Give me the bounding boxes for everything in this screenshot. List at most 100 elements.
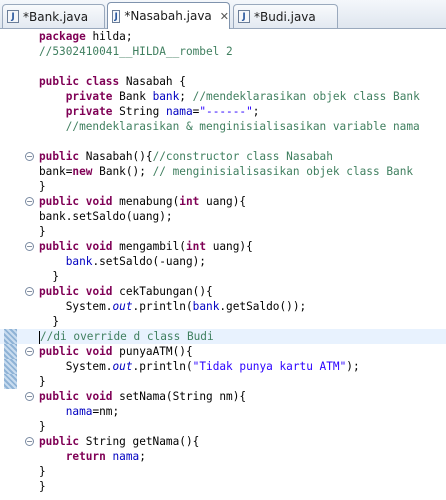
tab-label: *Nasabah.java xyxy=(124,9,212,23)
code-comment: //5302410041__HILDA__rombel 2 xyxy=(39,45,233,58)
static-field: out xyxy=(112,300,133,313)
code-text: bank.setSaldo(uang); xyxy=(39,210,173,223)
code-text: mengambil( xyxy=(119,240,186,253)
code-line: − public void setNama(String nm){ xyxy=(0,389,446,404)
keyword: void xyxy=(85,195,113,208)
tab-nasabah-java[interactable]: J *Nasabah.java ✕ xyxy=(107,2,230,29)
fold-icon[interactable]: − xyxy=(25,152,34,161)
current-code-line: //di override d class Budi xyxy=(0,329,446,344)
field-name: nama xyxy=(65,405,93,418)
keyword: void xyxy=(85,240,113,253)
keyword: void xyxy=(85,285,113,298)
code-line: System.out.println("Tidak punya kartu AT… xyxy=(0,359,446,374)
keyword: void xyxy=(85,345,113,358)
code-editor[interactable]: package hilda; //5302410041__HILDA__romb… xyxy=(0,29,446,500)
fold-icon[interactable]: − xyxy=(25,347,34,356)
keyword: private xyxy=(65,105,113,118)
code-text: } xyxy=(39,180,46,193)
fold-icon[interactable]: − xyxy=(25,242,34,251)
code-line: − public void menabung(int uang){ xyxy=(0,194,446,209)
code-text: String getNama(){ xyxy=(85,435,200,448)
code-text: Nasabah(){ xyxy=(85,150,153,163)
field-name: nama xyxy=(165,105,193,118)
code-text: } xyxy=(39,480,46,493)
code-line: nama=nm; xyxy=(0,404,446,419)
code-text: } xyxy=(52,270,60,283)
tab-budi-java[interactable]: J *Budi.java xyxy=(233,4,338,28)
code-line: } xyxy=(0,224,446,239)
code-line: //mendeklarasikan & menginisialisasikan … xyxy=(0,119,446,134)
code-line: bank.setSaldo(uang); xyxy=(0,209,446,224)
code-text: .getSaldo()); xyxy=(219,300,307,313)
fold-icon[interactable]: − xyxy=(25,437,34,446)
keyword: int xyxy=(185,240,207,253)
code-comment: //constructor class Nasabah xyxy=(152,150,333,163)
keyword: public xyxy=(39,240,80,253)
static-field: out xyxy=(112,360,133,373)
code-line: − public String getNama(){ xyxy=(0,434,446,449)
code-line: bank.setSaldo(-uang); xyxy=(0,254,446,269)
java-file-icon: J xyxy=(7,10,19,23)
code-text: uang){ xyxy=(206,240,253,253)
code-comment: //mendeklarasikan objek class Bank xyxy=(192,90,420,103)
fold-icon[interactable]: − xyxy=(25,197,34,206)
code-text: =nm; xyxy=(92,405,120,418)
code-line: return nama; xyxy=(0,449,446,464)
string-literal: "------" xyxy=(199,105,253,118)
code-comment: //mendeklarasikan & menginisialisasikan … xyxy=(65,120,420,133)
code-text: bank= xyxy=(39,165,73,178)
keyword: public xyxy=(39,285,80,298)
code-line: bank=new Bank(); // menginisialisasikan … xyxy=(0,164,446,179)
code-line: System.out.println(bank.getSaldo()); xyxy=(0,299,446,314)
code-text: } xyxy=(39,465,46,478)
tab-bank-java[interactable]: J *Bank.java xyxy=(2,4,105,28)
keyword: private xyxy=(65,90,113,103)
code-line: //5302410041__HILDA__rombel 2 xyxy=(0,44,446,59)
code-line: } xyxy=(0,464,446,479)
keyword: public xyxy=(39,390,80,403)
code-comment: //di override d class Budi xyxy=(40,330,214,343)
tab-label: *Budi.java xyxy=(254,9,316,24)
field-name: bank xyxy=(65,255,93,268)
code-text: ; xyxy=(139,450,146,463)
field-name: nama xyxy=(112,450,140,463)
code-text: Nasabah { xyxy=(125,75,186,88)
keyword: class xyxy=(85,75,120,88)
code-comment: // menginisialisasikan objek class Bank xyxy=(152,165,414,178)
java-file-icon: J xyxy=(112,9,121,23)
code-text: uang){ xyxy=(199,195,247,208)
change-marker xyxy=(4,329,17,344)
code-line: private String nama="------"; xyxy=(65,105,260,118)
code-text: menabung( xyxy=(119,195,180,208)
change-marker xyxy=(4,344,17,359)
code-text: } xyxy=(39,375,46,388)
code-line: private Bank bank; //mendeklarasikan obj… xyxy=(65,90,420,103)
code-text: Bank xyxy=(119,90,153,103)
keyword: void xyxy=(85,390,113,403)
keyword: new xyxy=(72,165,93,178)
code-text: ); xyxy=(346,360,360,373)
code-text: } xyxy=(39,420,46,433)
code-text: String xyxy=(119,105,166,118)
code-text: System. xyxy=(65,360,113,373)
code-text: hilda; xyxy=(92,30,133,43)
java-file-icon: J xyxy=(238,10,250,23)
field-name: bank xyxy=(152,90,180,103)
close-icon[interactable]: ✕ xyxy=(220,10,229,23)
fold-icon[interactable]: − xyxy=(25,287,34,296)
code-line: } xyxy=(0,479,446,494)
tab-label: *Bank.java xyxy=(23,9,89,24)
code-line: package hilda; xyxy=(0,29,446,44)
code-line: − public void punyaATM(){ xyxy=(0,344,446,359)
code-text: System. xyxy=(65,300,113,313)
code-text: } xyxy=(52,315,60,328)
keyword: public xyxy=(39,195,80,208)
editor-tab-bar: J *Bank.java J *Nasabah.java ✕ J *Budi.j… xyxy=(0,0,446,29)
code-text: .setSaldo(-uang); xyxy=(92,255,206,268)
code-text: } xyxy=(39,225,46,238)
keyword: public xyxy=(39,345,80,358)
code-text: setNama(String nm){ xyxy=(119,390,247,403)
keyword: public xyxy=(39,150,80,163)
code-line: } xyxy=(0,374,446,389)
fold-icon[interactable]: − xyxy=(25,392,34,401)
